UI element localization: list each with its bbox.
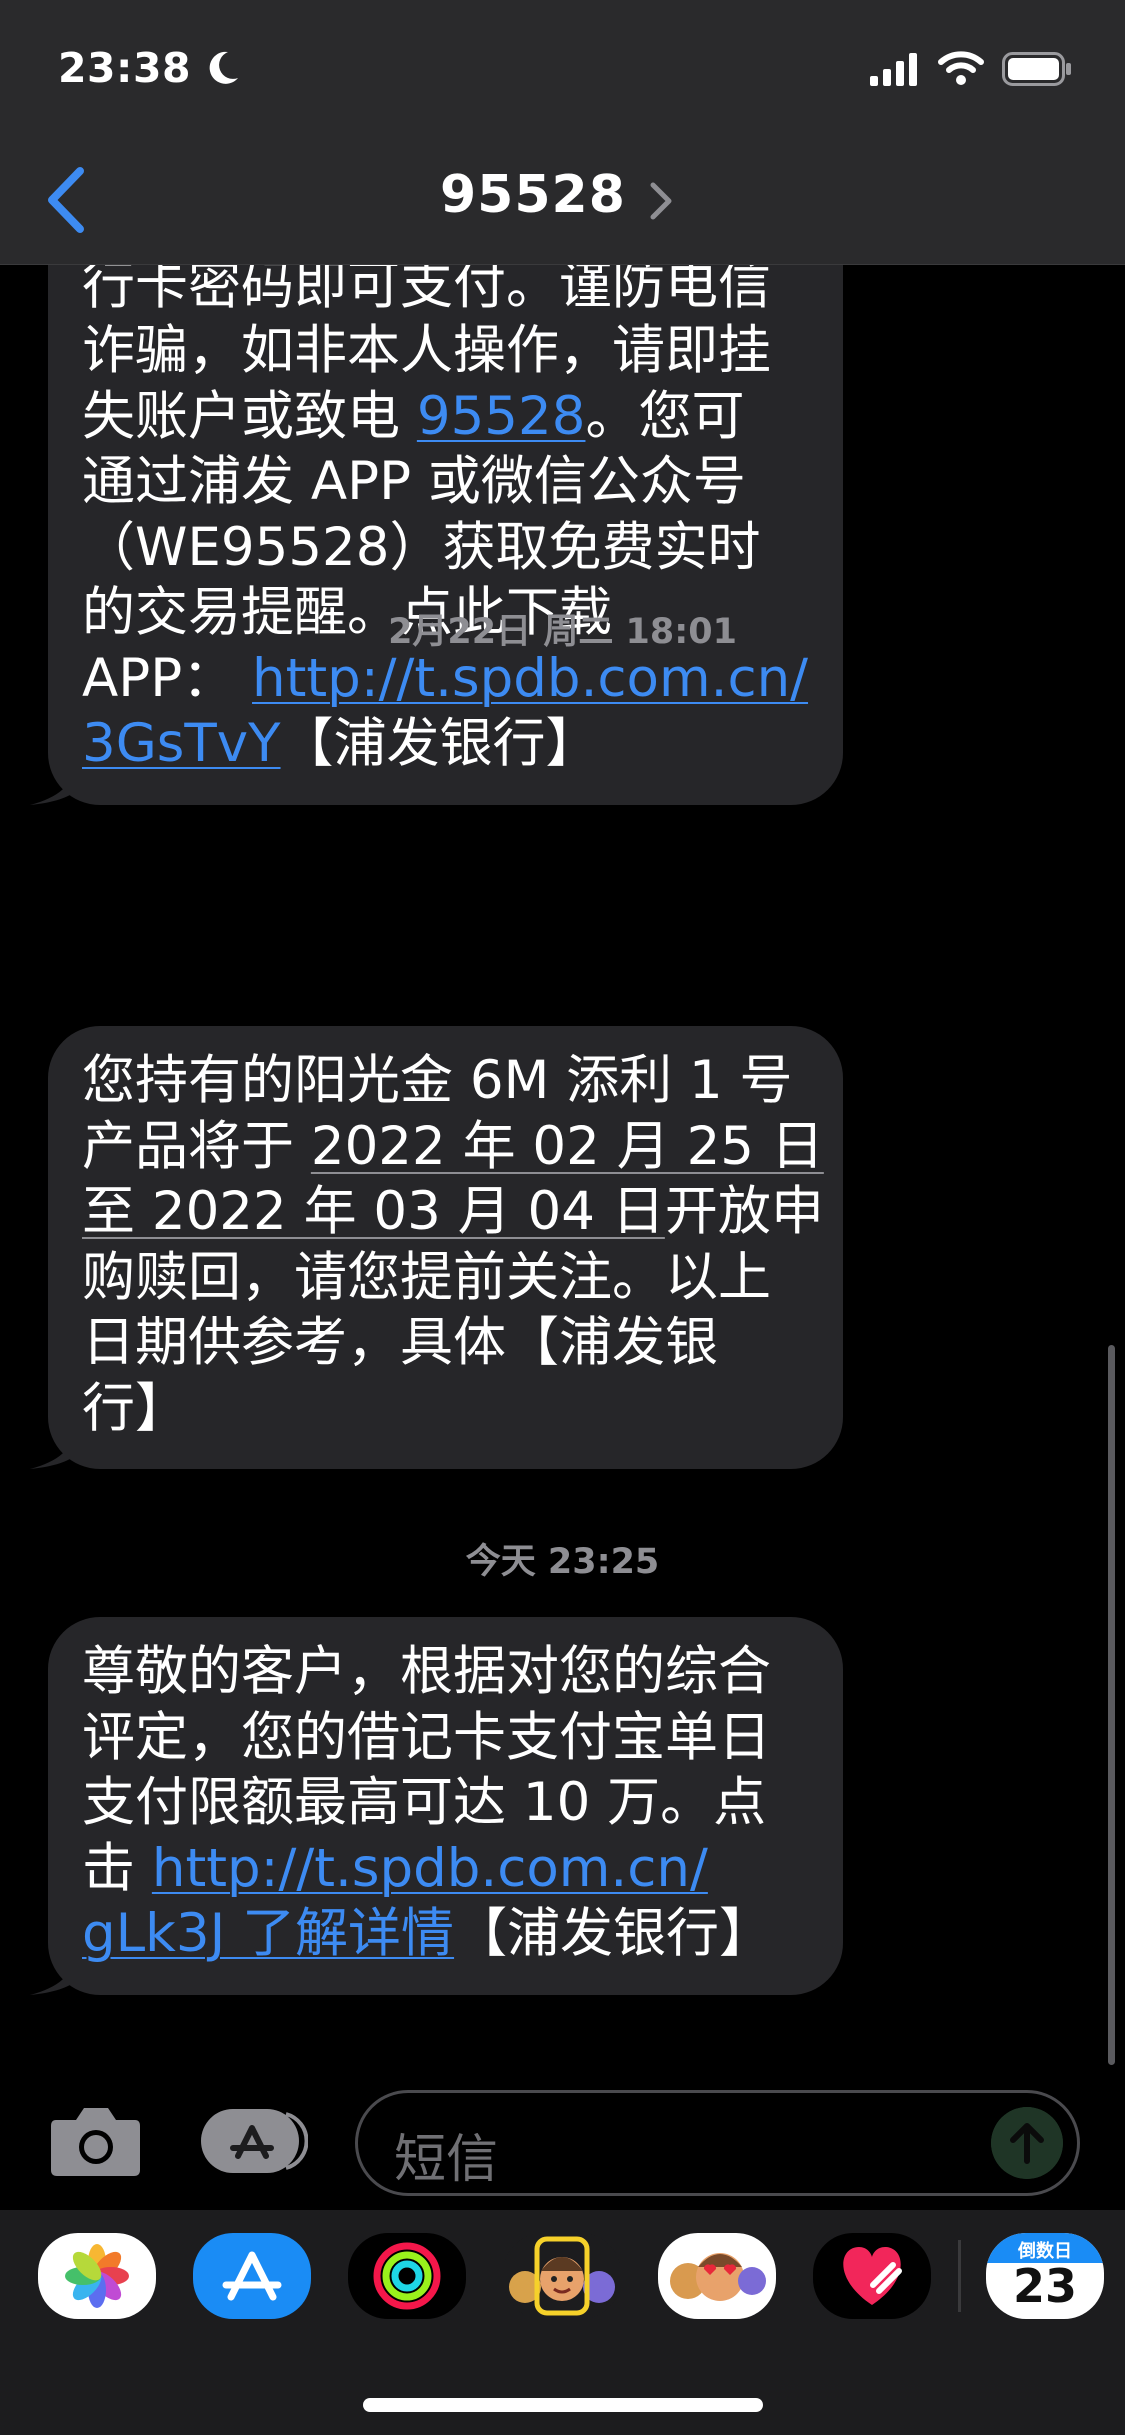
message-line: 3GsTvY【浦发银行】 xyxy=(82,711,809,777)
message-line: 尊敬的客户，根据对您的综合 xyxy=(82,1639,809,1705)
message-text: 行】 xyxy=(82,1377,188,1439)
message-line: 支付限额最高可达 10 万。点 xyxy=(82,1770,809,1836)
message-text: （WE95528）获取免费实时 xyxy=(82,516,761,578)
message-line: 行】 xyxy=(82,1376,809,1442)
message-line: 至 2022 年 03 月 04 日开放申 xyxy=(82,1179,824,1245)
memoji-icon[interactable] xyxy=(503,2233,621,2319)
message-link[interactable]: 95528 xyxy=(417,386,586,447)
memoji-stickers-icon[interactable] xyxy=(658,2233,776,2319)
bubble-tail xyxy=(30,768,76,805)
message-text: 击 xyxy=(82,1837,152,1899)
message-line: 诈骗，如非本人操作，请即挂 xyxy=(82,318,809,384)
countdown-days-app-icon[interactable]: 倒数日 23 xyxy=(986,2233,1104,2319)
message-link[interactable]: http://t.spdb.com.cn/ xyxy=(252,648,808,709)
battery-icon xyxy=(1002,52,1071,86)
message-line: gLk3J 了解详情【浦发银行】 xyxy=(82,1901,809,1967)
app-store-apps-icon[interactable] xyxy=(200,2108,308,2174)
back-chevron-icon[interactable] xyxy=(44,165,88,235)
message-text: 失账户或致电 xyxy=(82,385,417,447)
message-line: 日期供参考，具体【浦发银 xyxy=(82,1310,809,1376)
message-input[interactable]: 短信 xyxy=(355,2090,1080,2196)
bubble-tail xyxy=(30,1433,76,1469)
message-line: 通过浦发 APP 或微信公众号 xyxy=(82,449,809,515)
message-text: 。您可 xyxy=(585,385,745,447)
message-text: 评定，您的借记卡支付宝单日 xyxy=(82,1706,771,1768)
message-text: 日期供参考，具体【浦发银 xyxy=(82,1312,718,1373)
timestamp: 2月22日 周二 18:01 xyxy=(388,612,737,652)
message-text: 产品将于 xyxy=(82,1115,311,1177)
chevron-right-icon[interactable] xyxy=(648,180,674,222)
message-text: 诈骗，如非本人操作，请即挂 xyxy=(82,320,771,381)
home-indicator[interactable] xyxy=(363,2398,763,2412)
message-input-placeholder: 短信 xyxy=(394,2130,499,2190)
cellular-signal-icon xyxy=(870,53,917,86)
message-date[interactable]: 2022 年 02 月 25 日 xyxy=(311,1116,824,1177)
message-line: 您持有的阳光金 6M 添利 1 号 xyxy=(82,1048,809,1114)
activity-rings-icon[interactable] xyxy=(348,2233,466,2319)
message-text: 购赎回，请您提前关注。以上 xyxy=(82,1246,771,1308)
status-time: 23:38 xyxy=(58,44,192,92)
message-text: 尊敬的客户，根据对您的综合 xyxy=(82,1641,771,1702)
message-bubble[interactable]: 您持有的阳光金 6M 添利 1 号产品将于 2022 年 02 月 25 日至 … xyxy=(30,1026,843,1469)
message-bubble[interactable]: 付宝快捷支付，签约后无需银行卡密码即可支付。谨防电信诈骗，如非本人操作，请即挂失… xyxy=(30,175,843,805)
message-text: 您持有的阳光金 6M 添利 1 号 xyxy=(82,1050,793,1111)
camera-icon[interactable] xyxy=(48,2100,143,2180)
message-text: APP： xyxy=(82,647,253,709)
message-text: 【浦发银行】 xyxy=(280,713,599,774)
drawer-divider xyxy=(958,2240,961,2312)
message-line: 购赎回，请您提前关注。以上 xyxy=(82,1245,809,1311)
moon-icon xyxy=(209,51,238,84)
send-arrow-icon[interactable] xyxy=(991,2107,1063,2179)
message-text: 支付限额最高可达 10 万。点 xyxy=(82,1772,767,1833)
countdown-number: 23 xyxy=(1012,2259,1077,2313)
message-line: 失账户或致电 95528。您可 xyxy=(82,384,809,450)
digital-touch-heart-icon[interactable] xyxy=(813,2233,931,2319)
message-line: （WE95528）获取免费实时 xyxy=(82,515,809,581)
message-text: 【浦发银行】 xyxy=(454,1903,773,1964)
message-text: 通过浦发 APP 或微信公众号 xyxy=(82,451,746,512)
message-line: 评定，您的借记卡支付宝单日 xyxy=(82,1705,809,1771)
app-store-icon[interactable] xyxy=(193,2233,311,2319)
bubble-tail xyxy=(30,1958,76,1995)
message-link[interactable]: gLk3J 了解详情 xyxy=(82,1903,454,1964)
contact-title[interactable]: 95528 xyxy=(440,165,626,225)
message-date[interactable]: 至 2022 年 03 月 04 日 xyxy=(82,1181,665,1242)
message-link[interactable]: 3GsTvY xyxy=(82,713,281,774)
message-bubble[interactable]: 尊敬的客户，根据对您的综合 评定，您的借记卡支付宝单日 支付限额最高可达 10 万。… xyxy=(30,1617,843,1995)
message-line: 击 http://t.spdb.com.cn/ xyxy=(82,1836,809,1902)
wifi-icon xyxy=(938,51,984,85)
timestamp: 今天 23:25 xyxy=(465,1542,660,1582)
message-line: 产品将于 2022 年 02 月 25 日 xyxy=(82,1114,824,1180)
navigation-header: 23:38 95528 xyxy=(0,0,1125,265)
message-text: 开放申 xyxy=(664,1181,824,1242)
message-line: APP： http://t.spdb.com.cn/ xyxy=(82,646,809,712)
message-link[interactable]: http://t.spdb.com.cn/ xyxy=(152,1838,708,1899)
scrollbar[interactable] xyxy=(1108,1345,1115,2065)
photos-app-icon[interactable] xyxy=(38,2233,156,2319)
